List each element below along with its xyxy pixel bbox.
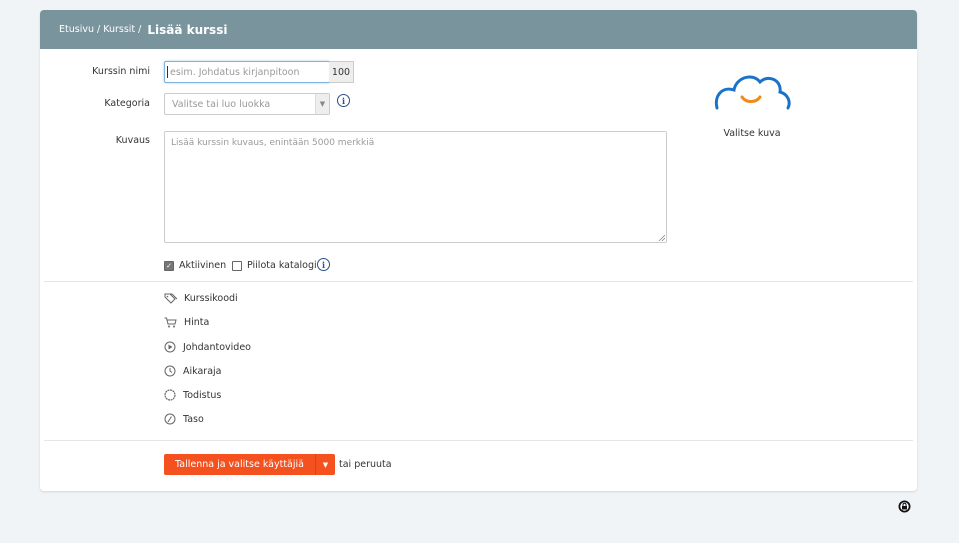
category-select[interactable]: Valitse tai luo luokka ▼ bbox=[164, 93, 330, 115]
breadcrumb-separator: / bbox=[96, 24, 101, 35]
hide-catalog-option[interactable]: Piilota katalogi bbox=[232, 260, 317, 271]
save-options-dropdown-button[interactable]: ▼ bbox=[315, 454, 335, 475]
hide-catalog-checkbox[interactable] bbox=[232, 260, 242, 271]
category-info-icon[interactable]: i bbox=[337, 94, 350, 107]
option-label: Taso bbox=[183, 413, 204, 425]
hide-catalog-label: Piilota katalogi bbox=[247, 260, 317, 271]
course-name-placeholder: esim. Johdatus kirjanpitoon bbox=[170, 67, 300, 78]
breadcrumb-courses-link[interactable]: Kurssit bbox=[103, 24, 135, 35]
option-label: Kurssikoodi bbox=[184, 293, 238, 304]
divider bbox=[44, 440, 913, 441]
cancel-link[interactable]: tai peruuta bbox=[339, 459, 392, 470]
category-label: Kategoria bbox=[104, 98, 150, 109]
hide-catalog-info-icon[interactable]: i bbox=[317, 258, 330, 271]
option-level[interactable]: Taso bbox=[164, 413, 204, 425]
option-time-limit[interactable]: Aikaraja bbox=[164, 365, 221, 377]
active-option[interactable]: ✓ Aktiivinen bbox=[164, 260, 226, 271]
chevron-down-icon[interactable]: ▼ bbox=[315, 94, 329, 114]
description-textarea[interactable]: Lisää kurssin kuvaus, enintään 5000 merk… bbox=[164, 131, 667, 243]
save-and-select-users-button[interactable]: Tallenna ja valitse käyttäjiä bbox=[164, 454, 315, 475]
text-cursor bbox=[167, 66, 168, 78]
breadcrumb-home-link[interactable]: Etusivu bbox=[59, 24, 94, 35]
add-course-card: Etusivu / Kurssit / Lisää kurssi Kurssin… bbox=[40, 10, 917, 491]
option-course-code[interactable]: Kurssikoodi bbox=[164, 293, 238, 304]
course-name-input[interactable]: esim. Johdatus kirjanpitoon bbox=[164, 61, 330, 83]
page-title: Lisää kurssi bbox=[147, 22, 228, 37]
course-name-label: Kurssin nimi bbox=[92, 66, 150, 77]
active-checkbox[interactable]: ✓ bbox=[164, 260, 174, 271]
description-placeholder: Lisää kurssin kuvaus, enintään 5000 merk… bbox=[171, 138, 375, 148]
course-name-char-counter: 100 bbox=[329, 61, 354, 83]
resize-handle-icon[interactable] bbox=[658, 234, 665, 241]
cloud-smile-icon[interactable] bbox=[712, 70, 792, 114]
option-label: Johdantovideo bbox=[183, 341, 251, 353]
option-price[interactable]: Hinta bbox=[164, 317, 209, 328]
breadcrumb-separator: / bbox=[138, 24, 142, 35]
option-label: Hinta bbox=[184, 317, 210, 328]
clock-icon bbox=[164, 365, 176, 377]
cart-icon bbox=[164, 317, 177, 328]
description-label: Kuvaus bbox=[115, 135, 150, 146]
option-label: Todistus bbox=[183, 389, 222, 401]
tag-icon bbox=[164, 293, 177, 304]
option-certificate[interactable]: Todistus bbox=[164, 389, 221, 401]
play-icon bbox=[164, 341, 176, 353]
option-intro-video[interactable]: Johdantovideo bbox=[164, 341, 251, 353]
breadcrumb: Etusivu / Kurssit / Lisää kurssi bbox=[40, 10, 917, 49]
accessibility-icon[interactable] bbox=[898, 500, 911, 513]
image-picker-label[interactable]: Valitse kuva bbox=[712, 128, 792, 139]
active-label: Aktiivinen bbox=[179, 260, 227, 271]
category-placeholder: Valitse tai luo luokka bbox=[172, 98, 271, 110]
certificate-icon bbox=[164, 389, 176, 401]
image-picker[interactable] bbox=[712, 70, 792, 120]
gauge-icon bbox=[164, 413, 176, 425]
option-label: Aikaraja bbox=[183, 365, 222, 377]
divider bbox=[44, 281, 913, 282]
